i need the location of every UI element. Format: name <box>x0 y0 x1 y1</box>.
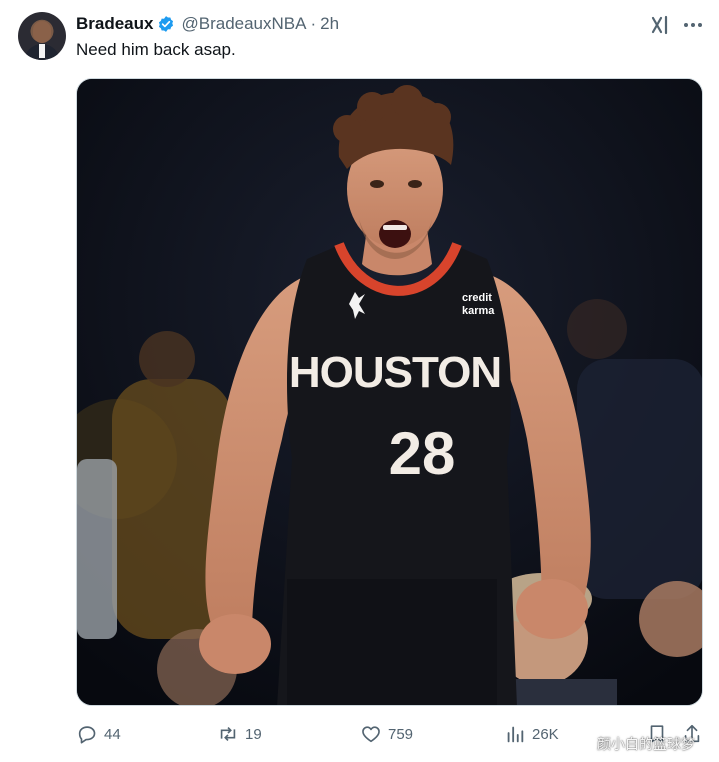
more-icon[interactable] <box>682 14 704 36</box>
jersey-sponsor-line1: credit <box>462 292 492 304</box>
author-avatar[interactable] <box>18 12 66 60</box>
heart-icon <box>362 726 380 743</box>
repost-count: 19 <box>245 725 262 743</box>
verified-badge-icon <box>157 15 175 33</box>
repost-button[interactable]: 19 <box>217 718 262 750</box>
views-chart-icon <box>507 726 524 743</box>
author-name[interactable]: Bradeaux <box>76 14 153 34</box>
grok-icon[interactable] <box>650 15 670 35</box>
tweet-photo[interactable]: credit karma HOUSTON 28 <box>76 78 703 706</box>
avatar-shirt <box>39 44 45 58</box>
views-button[interactable]: 26K <box>504 718 559 750</box>
author-handle[interactable]: @BradeauxNBA <box>181 14 306 34</box>
reply-icon <box>78 726 96 744</box>
source-watermark: 颜小白的篮球梦 <box>597 737 695 753</box>
header-separator: · <box>310 14 317 33</box>
reply-button[interactable]: 44 <box>76 718 121 750</box>
tweet-header: Bradeaux @BradeauxNBA · 2h <box>76 14 339 34</box>
jersey-sponsor-line2: karma <box>462 305 495 317</box>
avatar-face <box>33 21 51 43</box>
tweet-text: Need him back asap. <box>76 40 236 59</box>
jersey-team-name: HOUSTON <box>289 348 501 397</box>
jersey-number: 28 <box>389 420 456 487</box>
tweet-timestamp[interactable]: 2h <box>320 14 339 34</box>
reply-count: 44 <box>104 725 121 743</box>
like-count: 759 <box>388 725 414 743</box>
like-button[interactable]: 759 <box>360 718 413 750</box>
views-count: 26K <box>532 725 559 743</box>
photo-illustration: credit karma HOUSTON 28 <box>77 79 702 705</box>
retweet-icon <box>220 726 236 742</box>
